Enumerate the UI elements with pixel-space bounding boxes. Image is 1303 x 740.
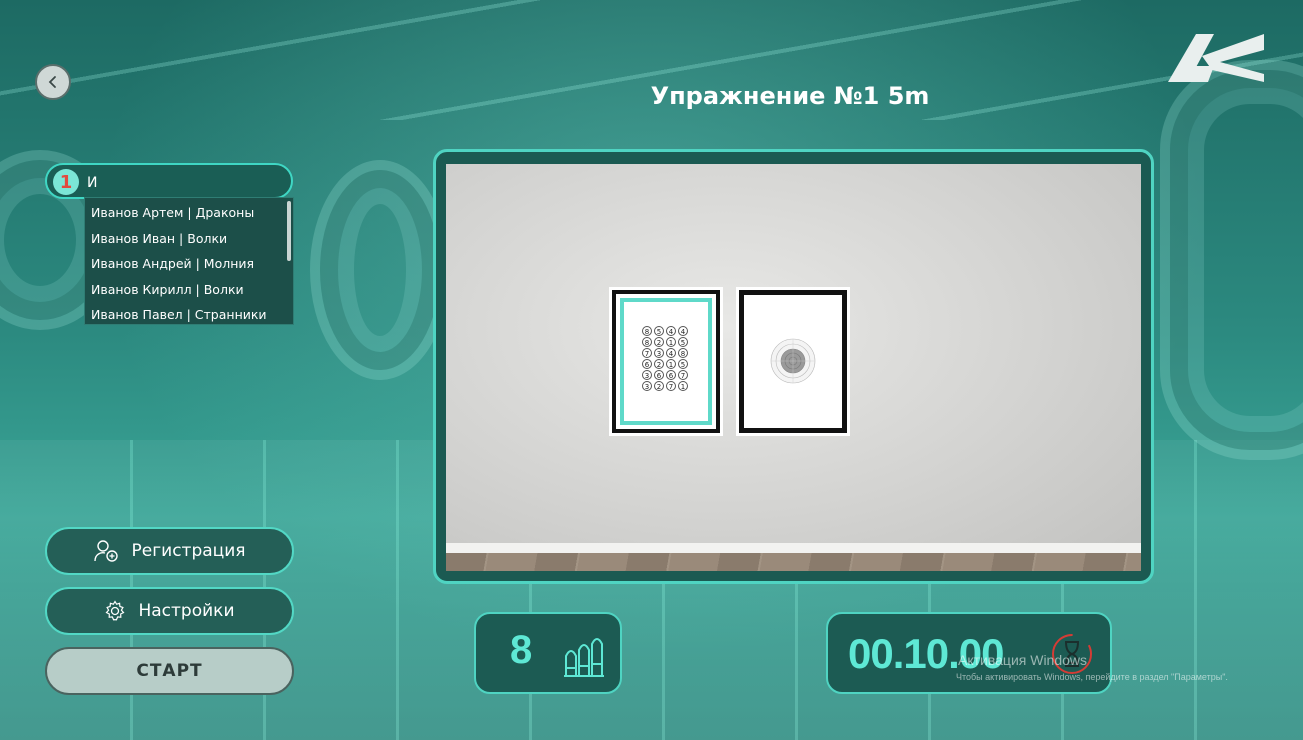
- target-number: 7: [642, 348, 652, 358]
- settings-button[interactable]: Настройки: [45, 587, 294, 635]
- suggestions-dropdown: Иванов Артем | Драконы Иванов Иван | Вол…: [84, 197, 294, 325]
- target-number: 8: [678, 348, 688, 358]
- chevron-left-icon: [48, 76, 56, 88]
- target-number: 5: [654, 326, 664, 336]
- position-badge: 1: [53, 169, 79, 195]
- start-label: СТАРТ: [136, 661, 203, 681]
- shots-value: 8: [510, 628, 533, 672]
- suggestion-item[interactable]: Иванов Андрей | Молния: [85, 251, 293, 277]
- bullets-icon: [564, 638, 604, 677]
- suggestion-item[interactable]: Иванов Иван | Волки: [85, 226, 293, 252]
- suggestion-item[interactable]: Иванов Артем | Драконы: [85, 200, 293, 226]
- settings-label: Настройки: [138, 601, 235, 621]
- target-number: 6: [654, 370, 664, 380]
- target-number: 5: [678, 337, 688, 347]
- target-number: 7: [666, 381, 676, 391]
- start-button[interactable]: СТАРТ: [45, 647, 294, 695]
- target-number: 2: [654, 381, 664, 391]
- target-number: 8: [642, 326, 652, 336]
- target-number: 4: [666, 348, 676, 358]
- suggestion-item[interactable]: Иванов Кирилл | Волки: [85, 277, 293, 303]
- windows-activation-text: Чтобы активировать Windows, перейдите в …: [956, 672, 1228, 682]
- target-number: 1: [678, 381, 688, 391]
- app-logo: [1168, 34, 1264, 82]
- suggestion-item[interactable]: Иванов Павел | Странники: [85, 302, 293, 324]
- number-target[interactable]: 8 5 4 4 8 2 1 5 7 3 4 8 6 2 1 5 3 6 6 7: [612, 290, 720, 433]
- target-number: 4: [678, 326, 688, 336]
- shots-counter: 8: [474, 612, 622, 694]
- wall-baseboard: [446, 543, 1141, 553]
- search-input[interactable]: [85, 171, 279, 195]
- range-preview: 8 5 4 4 8 2 1 5 7 3 4 8 6 2 1 5 3 6 6 7: [433, 149, 1154, 584]
- range-wall: 8 5 4 4 8 2 1 5 7 3 4 8 6 2 1 5 3 6 6 7: [446, 164, 1141, 571]
- exercise-title: Упражнение №1 5m: [650, 82, 930, 110]
- wood-floor: [446, 553, 1141, 571]
- target-decoration: [310, 160, 450, 380]
- target-number: 6: [642, 359, 652, 369]
- target-number-grid: 8 5 4 4 8 2 1 5 7 3 4 8 6 2 1 5 3 6 6 7: [642, 326, 692, 391]
- target-number: 3: [654, 348, 664, 358]
- target-number: 1: [666, 359, 676, 369]
- target-number: 6: [666, 370, 676, 380]
- dropdown-scrollbar[interactable]: [287, 201, 291, 261]
- back-button[interactable]: [35, 64, 71, 100]
- target-number: 8: [642, 337, 652, 347]
- target-number: 7: [678, 370, 688, 380]
- bullseye-icon: [770, 338, 816, 384]
- target-number: 4: [666, 326, 676, 336]
- target-number: 3: [642, 381, 652, 391]
- registration-label: Регистрация: [131, 541, 246, 561]
- windows-activation-title: Активация Windows: [958, 652, 1088, 668]
- registration-button[interactable]: Регистрация: [45, 527, 294, 575]
- target-number: 2: [654, 359, 664, 369]
- target-number: 1: [666, 337, 676, 347]
- target-number: 2: [654, 337, 664, 347]
- shooter-search[interactable]: 1: [45, 163, 293, 199]
- add-user-icon: [93, 540, 118, 562]
- target-number: 3: [642, 370, 652, 380]
- target-decoration: [1160, 60, 1303, 460]
- bullseye-target[interactable]: [739, 290, 847, 433]
- target-number: 5: [678, 359, 688, 369]
- gear-icon: [106, 600, 125, 621]
